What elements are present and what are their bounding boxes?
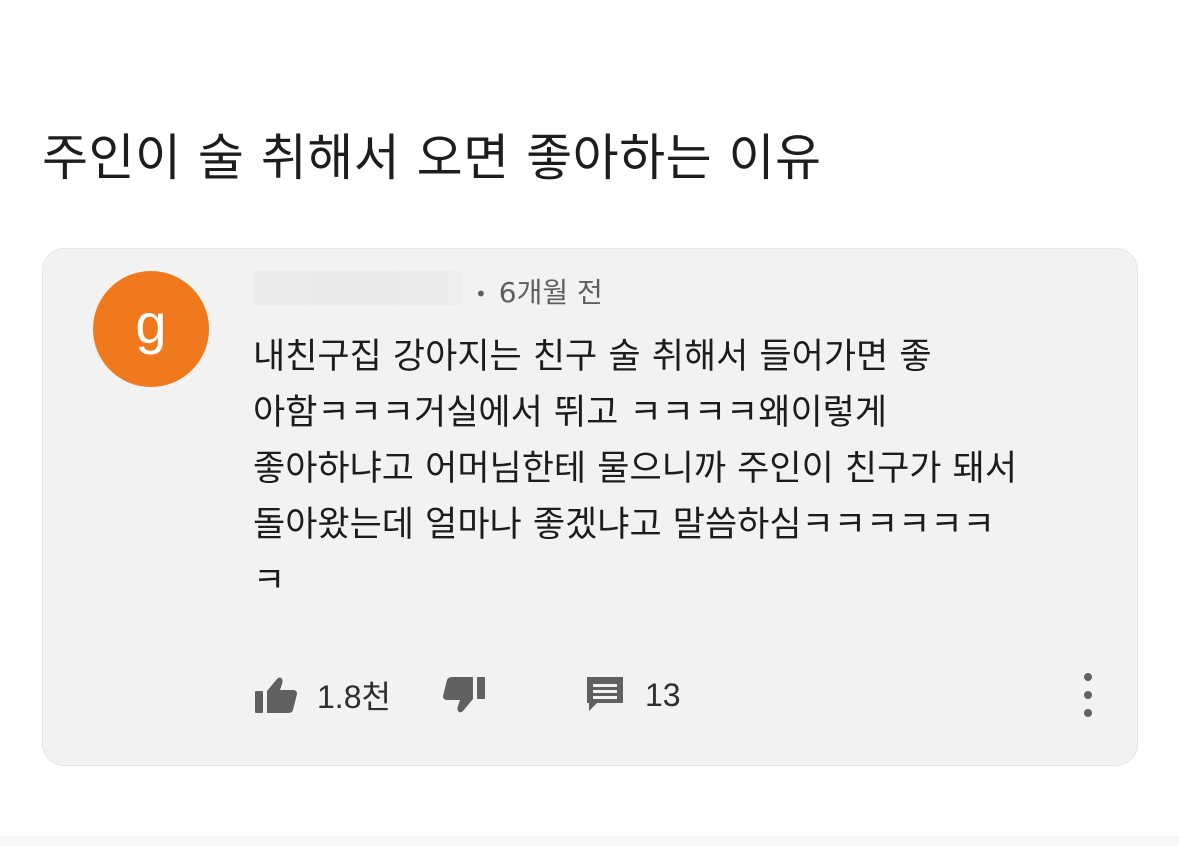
post-title: 주인이 술 취해서 오면 좋아하는 이유 — [42, 129, 822, 187]
comment-time: 6개월 전 — [498, 276, 603, 309]
menu-dot — [1084, 691, 1092, 699]
comment-meta: • 6개월 전 — [475, 271, 603, 311]
dislike-button[interactable] — [441, 667, 487, 723]
page: 주인이 술 취해서 오면 좋아하는 이유 g • 6개월 전 내친구집 강아지는 … — [0, 0, 1179, 846]
comment-line: ㅋ — [253, 561, 286, 601]
comment-text: 내친구집 강아지는 친구 술 취해서 들어가면 좋 아함ㅋㅋㅋ거실에서 뛰고 ㅋ… — [253, 329, 1103, 609]
comment-line: 좋아하냐고 어머님한테 물으니까 주인이 친구가 돼서 — [253, 449, 1018, 489]
comment-line: 아함ㅋㅋㅋ거실에서 뛰고 ㅋㅋㅋㅋ왜이렇게 — [253, 393, 888, 433]
like-count: 1.8천 — [317, 679, 391, 715]
reply-count: 13 — [645, 676, 681, 713]
reply-button[interactable]: 13 — [583, 667, 681, 723]
comment-line: 내친구집 강아지는 친구 술 취해서 들어가면 좋 — [253, 337, 932, 377]
avatar-letter: g — [135, 292, 167, 355]
author-name-blurred[interactable] — [253, 271, 463, 305]
comment-line: 돌아왔는데 얼마나 좋겠냐고 말씀하심ㅋㅋㅋㅋㅋㅋ — [253, 505, 995, 545]
comment-icon — [583, 673, 627, 717]
thumbs-up-icon — [253, 675, 299, 715]
comment-actions: 1.8천 13 — [253, 667, 1103, 723]
thumbs-down-icon — [441, 675, 487, 715]
comment-card: g • 6개월 전 내친구집 강아지는 친구 술 취해서 들어가면 좋 아함ㅋㅋㅋ… — [42, 248, 1138, 766]
bottom-edge — [0, 836, 1179, 846]
more-vertical-icon[interactable] — [1073, 673, 1103, 717]
avatar[interactable]: g — [93, 271, 209, 387]
separator-dot: • — [475, 282, 487, 306]
like-button[interactable]: 1.8천 — [253, 667, 391, 723]
menu-dot — [1084, 709, 1092, 717]
menu-dot — [1084, 673, 1092, 681]
